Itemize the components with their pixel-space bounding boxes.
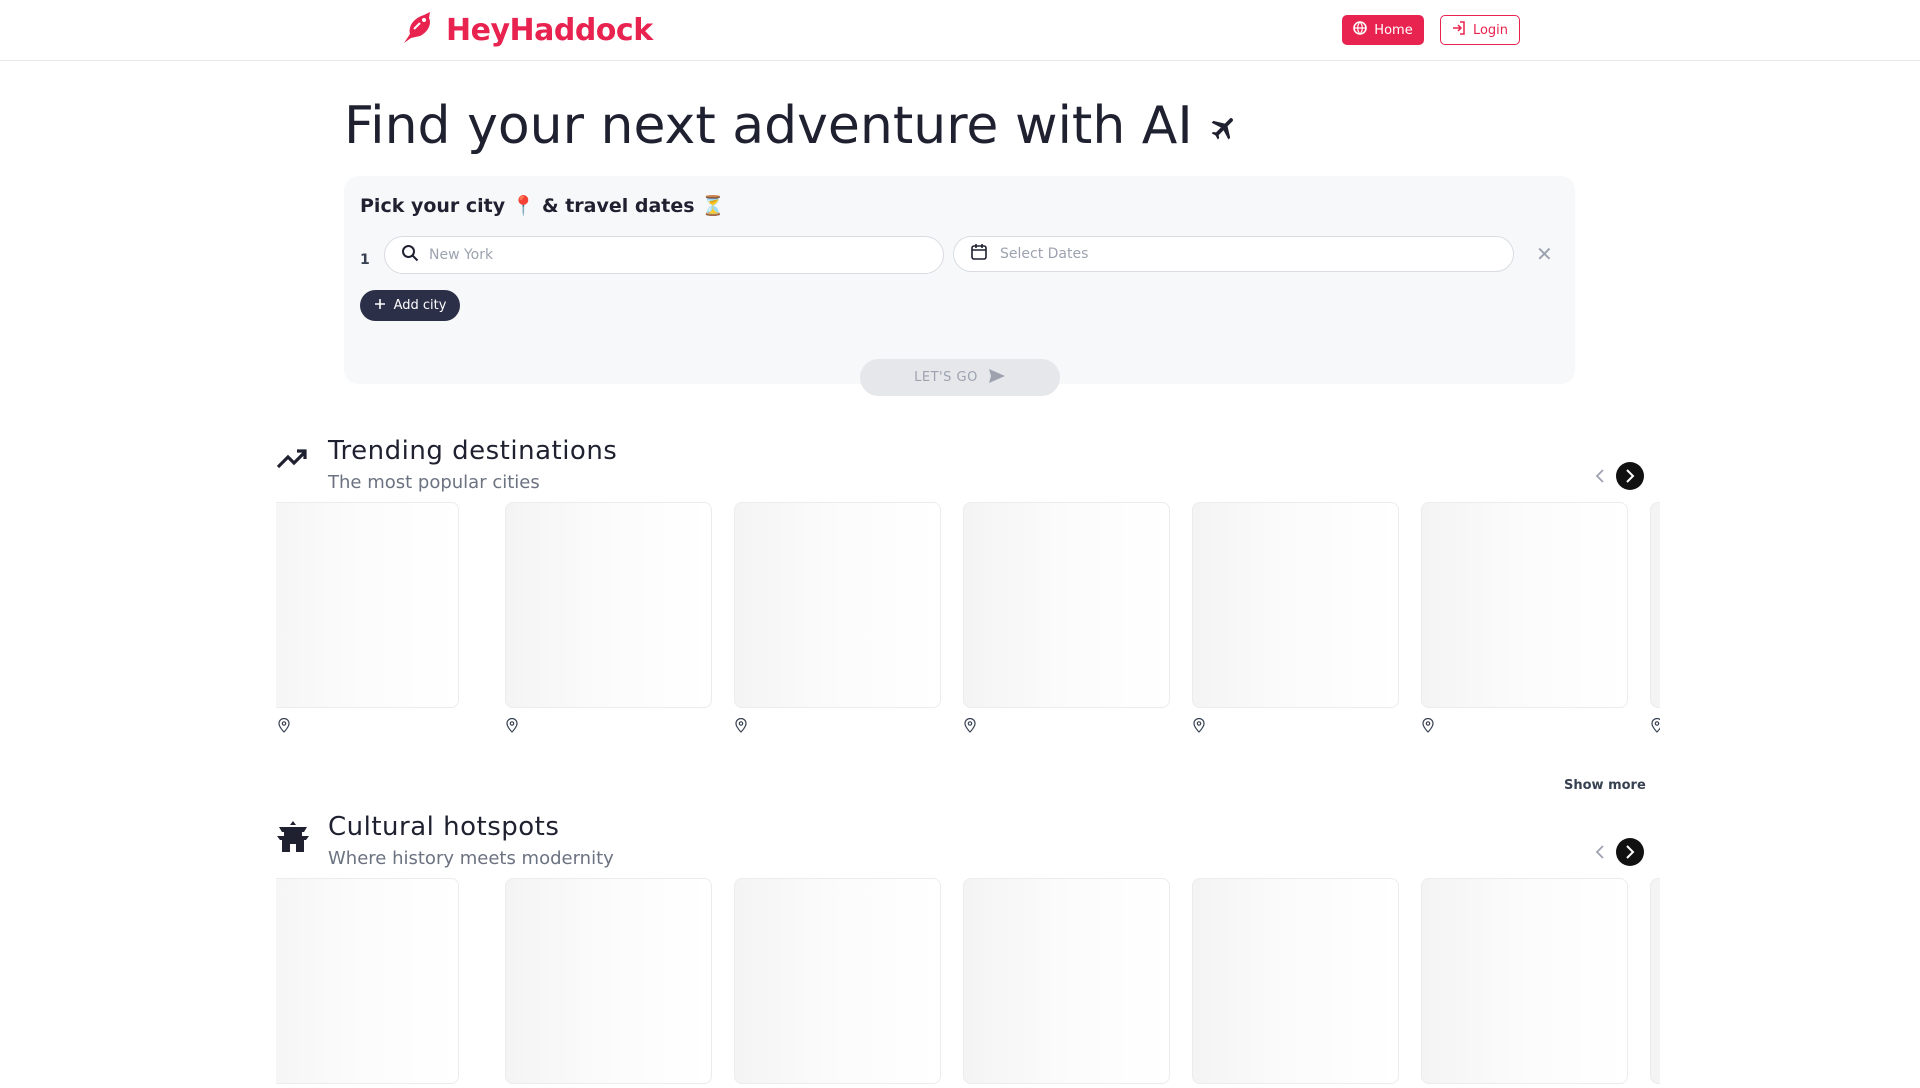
lets-go-button[interactable]: LET'S GO — [860, 359, 1060, 396]
location-pin-icon — [735, 717, 747, 737]
dates-placeholder: Select Dates — [1000, 246, 1089, 262]
page-title: Find your next adventure with AI — [344, 96, 1239, 156]
remove-city-icon[interactable]: ✕ — [1536, 242, 1553, 266]
trip-search-panel: Pick your city 📍 & travel dates ⏳ 1 Sele… — [344, 176, 1575, 396]
destination-card[interactable] — [963, 502, 1170, 708]
calendar-icon — [970, 243, 988, 265]
lets-go-label: LET'S GO — [914, 370, 978, 385]
fish-logo-icon — [400, 10, 436, 50]
trending-up-icon — [276, 448, 308, 474]
brand-logo[interactable]: HeyHaddock — [400, 10, 653, 50]
home-label: Home — [1374, 22, 1413, 38]
city-row-index: 1 — [360, 252, 370, 268]
login-label: Login — [1472, 22, 1509, 38]
destination-card[interactable] — [1192, 878, 1399, 1084]
add-city-label: Add city — [393, 298, 447, 313]
destination-card[interactable] — [963, 878, 1170, 1084]
section-subtitle: Where history meets modernity — [328, 848, 614, 869]
location-pin-icon — [1651, 717, 1660, 737]
destination-card[interactable] — [734, 878, 941, 1084]
destination-card[interactable] — [505, 502, 712, 708]
location-pin-icon — [278, 717, 290, 737]
login-button[interactable]: Login — [1440, 15, 1520, 45]
destination-card[interactable] — [1650, 502, 1660, 708]
carousel-prev-button[interactable] — [1586, 838, 1614, 866]
globe-icon — [1353, 21, 1368, 39]
carousel-prev-button[interactable] — [1586, 462, 1614, 490]
add-city-button[interactable]: Add city — [360, 290, 460, 321]
date-range-field[interactable]: Select Dates — [953, 236, 1514, 272]
search-icon — [401, 244, 419, 266]
send-icon — [988, 368, 1006, 388]
login-icon — [1452, 21, 1466, 39]
section-title: Cultural hotspots — [328, 812, 560, 842]
destination-carousel — [276, 502, 1660, 762]
section-subtitle: The most popular cities — [328, 472, 540, 493]
destination-card[interactable] — [276, 878, 459, 1084]
destination-card[interactable] — [734, 502, 941, 708]
trending-destinations-section: Trending destinations The most popular c… — [276, 436, 1660, 793]
location-pin-icon — [964, 717, 976, 737]
location-pin-icon — [506, 717, 518, 737]
destination-card[interactable] — [1650, 878, 1660, 1084]
city-search-field[interactable] — [384, 236, 944, 274]
panel-heading: Pick your city 📍 & travel dates ⏳ — [360, 195, 725, 217]
destination-card[interactable] — [1192, 502, 1399, 708]
show-more-link[interactable]: Show more — [1564, 778, 1646, 793]
destination-card[interactable] — [505, 878, 712, 1084]
location-pin-icon — [1193, 717, 1205, 737]
airplane-icon — [1209, 96, 1239, 156]
destination-card[interactable] — [276, 502, 459, 708]
destination-carousel — [276, 878, 1660, 1088]
location-pin-icon — [1422, 717, 1434, 737]
top-navigation-bar: HeyHaddock Home Login — [0, 0, 1920, 61]
destination-card[interactable] — [1421, 502, 1628, 708]
city-input[interactable] — [429, 247, 899, 263]
destination-card[interactable] — [1421, 878, 1628, 1084]
carousel-next-button[interactable] — [1616, 462, 1644, 490]
brand-name: HeyHaddock — [446, 12, 653, 48]
home-button[interactable]: Home — [1342, 15, 1424, 45]
section-title: Trending destinations — [328, 436, 618, 466]
carousel-next-button[interactable] — [1616, 838, 1644, 866]
cultural-hotspots-section: Cultural hotspots Where history meets mo… — [276, 812, 1660, 1084]
temple-icon — [276, 820, 310, 858]
hero-title-text: Find your next adventure with AI — [344, 96, 1193, 156]
plus-icon — [374, 298, 386, 314]
